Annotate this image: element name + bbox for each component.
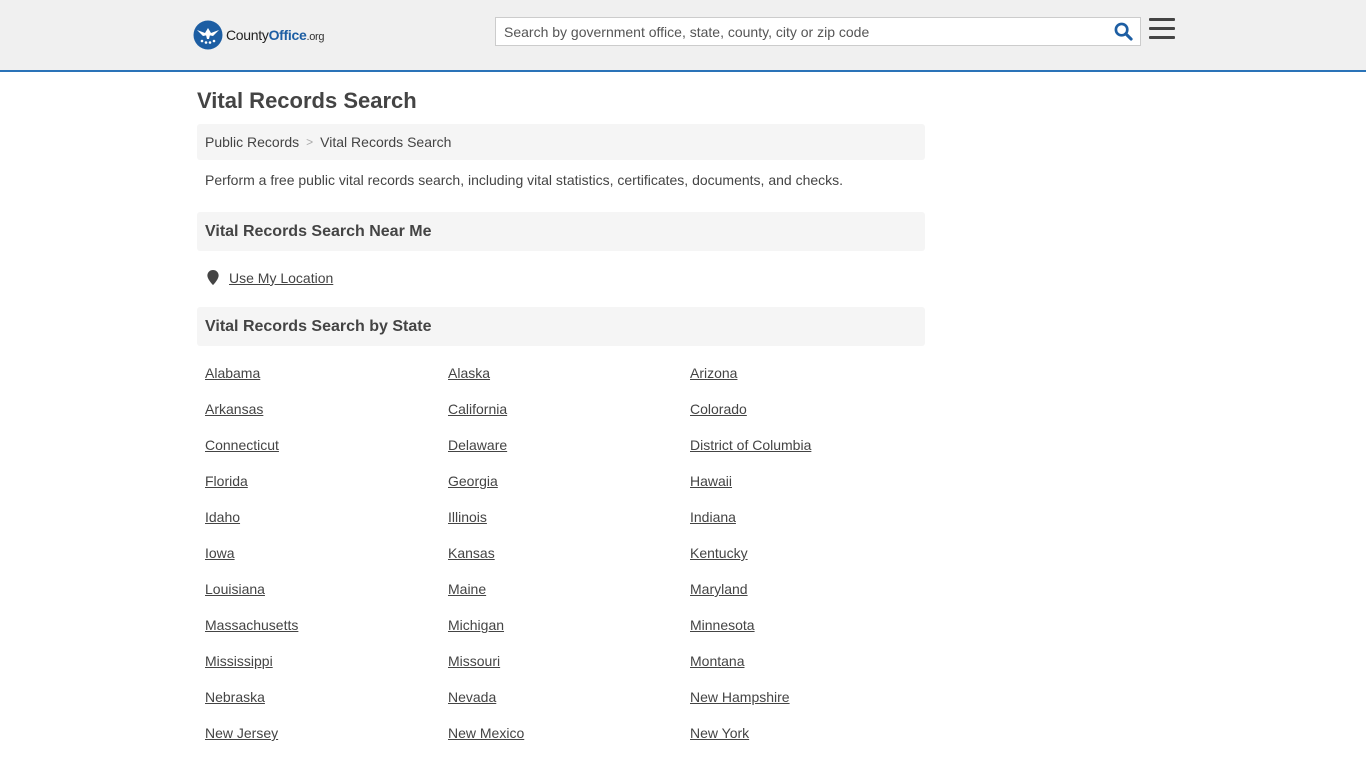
near-me-heading: Vital Records Search Near Me bbox=[197, 212, 925, 251]
state-link-alaska[interactable]: Alaska bbox=[448, 365, 490, 382]
state-link-michigan[interactable]: Michigan bbox=[448, 617, 504, 634]
state-link-arizona[interactable]: Arizona bbox=[690, 365, 737, 382]
state-link-new-mexico[interactable]: New Mexico bbox=[448, 725, 524, 742]
state-link-district-of-columbia[interactable]: District of Columbia bbox=[690, 437, 811, 454]
main-content: Vital Records Search Public Records > Vi… bbox=[197, 72, 925, 742]
state-link-new-jersey[interactable]: New Jersey bbox=[205, 725, 278, 742]
state-link-colorado[interactable]: Colorado bbox=[690, 401, 747, 418]
state-link-kansas[interactable]: Kansas bbox=[448, 545, 495, 562]
by-state-heading: Vital Records Search by State bbox=[197, 307, 925, 346]
breadcrumb-current: Vital Records Search bbox=[320, 134, 452, 150]
state-links-grid: Alabama Alaska Arizona Arkansas California Co… bbox=[197, 365, 925, 742]
state-link-indiana[interactable]: Indiana bbox=[690, 509, 736, 526]
state-link-missouri[interactable]: Missouri bbox=[448, 653, 500, 670]
search-input[interactable] bbox=[496, 18, 1106, 45]
state-link-connecticut[interactable]: Connecticut bbox=[205, 437, 279, 454]
logo-county: County bbox=[226, 27, 269, 43]
state-link-florida[interactable]: Florida bbox=[205, 473, 248, 490]
breadcrumb-public-records[interactable]: Public Records bbox=[205, 134, 299, 150]
eagle-seal-icon bbox=[193, 20, 223, 50]
intro-text: Perform a free public vital records sear… bbox=[205, 172, 844, 188]
state-link-maine[interactable]: Maine bbox=[448, 581, 486, 598]
state-link-montana[interactable]: Montana bbox=[690, 653, 744, 670]
state-link-minnesota[interactable]: Minnesota bbox=[690, 617, 755, 634]
state-link-california[interactable]: California bbox=[448, 401, 507, 418]
state-link-arkansas[interactable]: Arkansas bbox=[205, 401, 263, 418]
site-header: CountyOffice.org bbox=[0, 0, 1366, 72]
state-link-illinois[interactable]: Illinois bbox=[448, 509, 487, 526]
state-link-kentucky[interactable]: Kentucky bbox=[690, 545, 748, 562]
use-my-location: Use My Location bbox=[197, 269, 925, 286]
state-link-idaho[interactable]: Idaho bbox=[205, 509, 240, 526]
logo-office: Office bbox=[268, 27, 307, 43]
breadcrumb-separator: > bbox=[306, 135, 314, 149]
state-link-massachusetts[interactable]: Massachusetts bbox=[205, 617, 298, 634]
state-link-mississippi[interactable]: Mississippi bbox=[205, 653, 273, 670]
breadcrumb: Public Records > Vital Records Search bbox=[197, 124, 925, 160]
state-link-new-hampshire[interactable]: New Hampshire bbox=[690, 689, 790, 706]
use-my-location-link[interactable]: Use My Location bbox=[229, 270, 333, 286]
map-pin-icon bbox=[207, 270, 219, 285]
hamburger-menu-icon[interactable] bbox=[1149, 18, 1175, 44]
site-search bbox=[495, 17, 1141, 46]
search-button[interactable] bbox=[1106, 18, 1140, 45]
state-link-maryland[interactable]: Maryland bbox=[690, 581, 748, 598]
state-link-louisiana[interactable]: Louisiana bbox=[205, 581, 265, 598]
search-icon bbox=[1114, 22, 1133, 41]
state-link-iowa[interactable]: Iowa bbox=[205, 545, 235, 562]
site-logo[interactable]: CountyOffice.org bbox=[193, 20, 325, 50]
state-link-new-york[interactable]: New York bbox=[690, 725, 749, 742]
state-link-alabama[interactable]: Alabama bbox=[205, 365, 260, 382]
state-link-hawaii[interactable]: Hawaii bbox=[690, 473, 732, 490]
logo-org: .org bbox=[306, 31, 325, 43]
state-link-nebraska[interactable]: Nebraska bbox=[205, 689, 265, 706]
state-link-delaware[interactable]: Delaware bbox=[448, 437, 507, 454]
logo-wordmark: CountyOffice.org bbox=[226, 27, 325, 43]
page-title: Vital Records Search bbox=[197, 88, 417, 113]
state-link-nevada[interactable]: Nevada bbox=[448, 689, 496, 706]
state-link-georgia[interactable]: Georgia bbox=[448, 473, 498, 490]
